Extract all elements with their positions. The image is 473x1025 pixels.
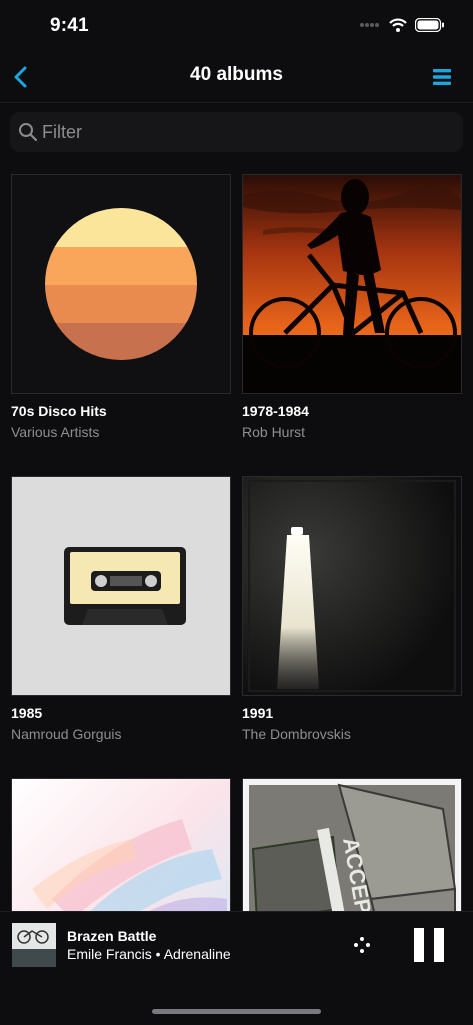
wifi-icon bbox=[389, 18, 407, 32]
status-bar: 9:41 bbox=[0, 0, 473, 52]
album-artist: Rob Hurst bbox=[242, 424, 306, 440]
album-card[interactable] bbox=[11, 778, 231, 912]
airplay-dots-icon[interactable] bbox=[352, 936, 372, 956]
album-art bbox=[11, 778, 231, 912]
page-title: 40 albums bbox=[190, 64, 283, 85]
status-indicators bbox=[359, 18, 445, 32]
album-art: ACCEP bbox=[242, 778, 462, 912]
now-playing-title: Brazen Battle bbox=[67, 928, 157, 944]
album-card[interactable]: 1991 The Dombrovskis bbox=[242, 476, 462, 742]
album-card[interactable]: 70s Disco Hits Various Artists bbox=[11, 174, 231, 440]
battery-icon bbox=[415, 18, 444, 32]
album-card[interactable]: 1985 Namroud Gorguis bbox=[11, 476, 231, 742]
album-artist: Various Artists bbox=[11, 424, 100, 440]
album-artist: Namroud Gorguis bbox=[11, 726, 122, 742]
status-time: 9:41 bbox=[50, 15, 89, 36]
album-art bbox=[242, 476, 462, 696]
home-indicator bbox=[152, 1009, 321, 1014]
search-icon bbox=[19, 123, 38, 142]
album-title: 1978-1984 bbox=[242, 403, 309, 419]
filter-search-field[interactable]: Filter bbox=[10, 112, 463, 152]
cellular-signal-icon bbox=[360, 23, 379, 27]
now-playing-artist: Emile Francis bbox=[67, 946, 152, 962]
now-playing-bar[interactable]: Brazen Battle Emile Francis • Adrenaline bbox=[0, 911, 473, 1025]
pause-icon[interactable] bbox=[412, 928, 446, 962]
menu-icon[interactable] bbox=[431, 66, 453, 88]
now-playing-subtitle: Emile Francis • Adrenaline bbox=[67, 946, 231, 962]
album-title: 1991 bbox=[242, 705, 274, 721]
album-art bbox=[242, 174, 462, 394]
now-playing-album: Adrenaline bbox=[163, 946, 231, 962]
now-playing-artwork bbox=[12, 923, 56, 967]
album-card[interactable]: ACCEP bbox=[242, 778, 462, 912]
album-art bbox=[11, 174, 231, 394]
album-title: 70s Disco Hits bbox=[11, 403, 107, 419]
separator: • bbox=[151, 946, 164, 962]
album-artist: The Dombrovskis bbox=[242, 726, 351, 742]
album-art bbox=[11, 476, 231, 696]
album-card[interactable]: 1978-1984 Rob Hurst bbox=[242, 174, 462, 440]
search-input[interactable]: Filter bbox=[42, 122, 82, 143]
album-grid: 70s Disco Hits Various Artists 1978-1984… bbox=[0, 172, 473, 912]
album-title: 1985 bbox=[11, 705, 43, 721]
navigation-bar: 40 albums bbox=[0, 52, 473, 103]
